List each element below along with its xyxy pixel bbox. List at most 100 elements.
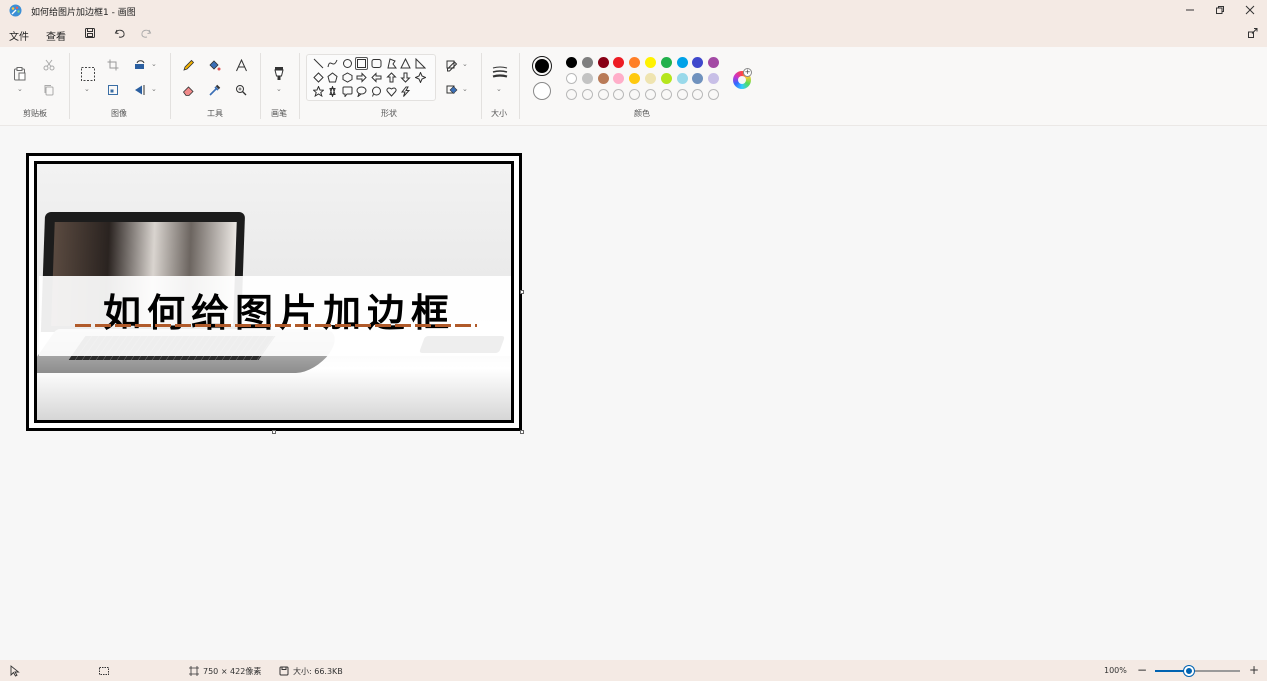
custom-color-slot[interactable] — [566, 89, 577, 100]
custom-color-slot[interactable] — [581, 89, 593, 100]
color-swatch[interactable] — [660, 57, 672, 68]
cut-button[interactable] — [40, 56, 60, 76]
custom-color-slot[interactable] — [692, 89, 704, 100]
zoom-in-button[interactable]: + — [1249, 663, 1259, 677]
shape-lightning[interactable] — [399, 85, 412, 98]
copy-button[interactable] — [40, 81, 60, 101]
resize-handle-bottom[interactable] — [272, 430, 276, 434]
color-swatch[interactable] — [566, 57, 577, 68]
resize-handle-corner[interactable] — [520, 430, 524, 434]
color-swatch[interactable] — [676, 57, 688, 68]
shape-up-arrow[interactable] — [385, 71, 398, 84]
rotate-dropdown-chevron-icon[interactable]: ⌄ — [151, 60, 157, 68]
paste-button[interactable] — [10, 63, 30, 83]
shape-polygon[interactable] — [385, 57, 398, 70]
zoom-slider[interactable] — [1155, 666, 1240, 676]
custom-color-slot[interactable] — [676, 89, 688, 100]
close-button[interactable] — [1239, 2, 1261, 18]
color-picker-button[interactable] — [205, 81, 225, 101]
color-swatch[interactable] — [581, 73, 593, 84]
brush-dropdown-chevron-icon[interactable]: ⌄ — [276, 85, 282, 93]
shape-diamond[interactable] — [312, 71, 325, 84]
shape-five-point-star[interactable] — [312, 85, 325, 98]
view-menu[interactable]: 查看 — [46, 28, 66, 43]
shape-oval-callout[interactable] — [355, 85, 368, 98]
flip-button[interactable] — [131, 81, 151, 101]
color-swatch[interactable] — [660, 73, 672, 84]
shape-six-point-star[interactable] — [326, 85, 339, 98]
shape-right-arrow[interactable] — [355, 71, 368, 84]
edit-colors-button[interactable]: + — [733, 68, 752, 89]
primary-color-swatch[interactable] — [532, 56, 552, 76]
color-swatch[interactable] — [629, 57, 641, 68]
redo-button[interactable] — [138, 25, 154, 41]
undo-button[interactable] — [112, 25, 128, 41]
shape-rounded-callout[interactable] — [341, 85, 354, 98]
zoom-slider-thumb[interactable] — [1184, 666, 1194, 676]
shape-right-triangle[interactable] — [414, 57, 427, 70]
shape-pentagon[interactable] — [326, 71, 339, 84]
canvas-workspace[interactable]: 如何给图片加边框 — [0, 126, 1267, 660]
color-swatch[interactable] — [613, 57, 625, 68]
minimize-button[interactable] — [1179, 2, 1201, 18]
secondary-color-swatch[interactable] — [533, 82, 551, 100]
shape-curve[interactable] — [326, 57, 339, 70]
custom-color-slot[interactable] — [613, 89, 625, 100]
color-swatch[interactable] — [645, 73, 656, 84]
drawing-canvas[interactable]: 如何给图片加边框 — [26, 153, 522, 431]
magnifier-button[interactable] — [232, 81, 252, 101]
shape-four-point-star[interactable] — [414, 71, 427, 84]
color-swatch[interactable] — [692, 73, 704, 84]
flip-dropdown-chevron-icon[interactable]: ⌄ — [151, 85, 157, 93]
custom-color-slot[interactable] — [597, 89, 609, 100]
shape-line[interactable] — [312, 57, 325, 70]
color-swatch[interactable] — [708, 57, 720, 68]
save-button[interactable] — [82, 25, 98, 41]
eraser-button[interactable] — [179, 81, 199, 101]
size-dropdown-chevron-icon[interactable]: ⌄ — [496, 85, 502, 93]
color-swatch[interactable] — [613, 73, 625, 84]
custom-color-slot[interactable] — [708, 89, 720, 100]
color-swatch[interactable] — [629, 73, 641, 84]
color-swatch[interactable] — [692, 57, 704, 68]
share-button[interactable] — [1245, 25, 1261, 41]
shape-heart[interactable] — [385, 85, 398, 98]
restore-button[interactable] — [1209, 2, 1231, 18]
select-dropdown-chevron-icon[interactable]: ⌄ — [84, 85, 90, 93]
fill-button[interactable] — [205, 56, 225, 76]
color-swatch[interactable] — [566, 73, 577, 84]
custom-color-slot[interactable] — [645, 89, 656, 100]
paste-dropdown-chevron-icon[interactable]: ⌄ — [17, 85, 23, 93]
shape-rounded-rectangle[interactable] — [370, 57, 383, 70]
file-menu[interactable]: 文件 — [9, 28, 29, 43]
text-button[interactable] — [232, 56, 252, 76]
custom-color-slot[interactable] — [629, 89, 641, 100]
resize-handle-right[interactable] — [520, 290, 524, 294]
custom-color-slot[interactable] — [660, 89, 672, 100]
pencil-button[interactable] — [179, 56, 199, 76]
zoom-out-button[interactable]: − — [1137, 663, 1147, 677]
color-swatch[interactable] — [708, 73, 720, 84]
shape-triangle[interactable] — [399, 57, 412, 70]
shape-rectangle[interactable] — [355, 57, 368, 70]
brush-button[interactable] — [269, 63, 289, 83]
rotate-button[interactable] — [131, 56, 151, 76]
shape-fill-button[interactable] — [443, 81, 463, 101]
color-swatch[interactable] — [645, 57, 656, 68]
crop-button[interactable] — [104, 56, 124, 76]
outline-button[interactable] — [443, 56, 463, 76]
shape-oval[interactable] — [341, 57, 354, 70]
color-swatch[interactable] — [597, 73, 609, 84]
resize-button[interactable] — [104, 81, 124, 101]
color-swatch[interactable] — [581, 57, 593, 68]
select-button[interactable] — [77, 63, 97, 83]
color-swatch[interactable] — [676, 73, 688, 84]
shape-down-arrow[interactable] — [399, 71, 412, 84]
shape-cloud-callout[interactable] — [370, 85, 383, 98]
shape-left-arrow[interactable] — [370, 71, 383, 84]
stroke-size-button[interactable] — [489, 63, 509, 83]
outline-dropdown-chevron-icon[interactable]: ⌄ — [462, 60, 468, 68]
color-swatch[interactable] — [597, 57, 609, 68]
shape-fill-dropdown-chevron-icon[interactable]: ⌄ — [462, 85, 468, 93]
shape-hexagon[interactable] — [341, 71, 354, 84]
